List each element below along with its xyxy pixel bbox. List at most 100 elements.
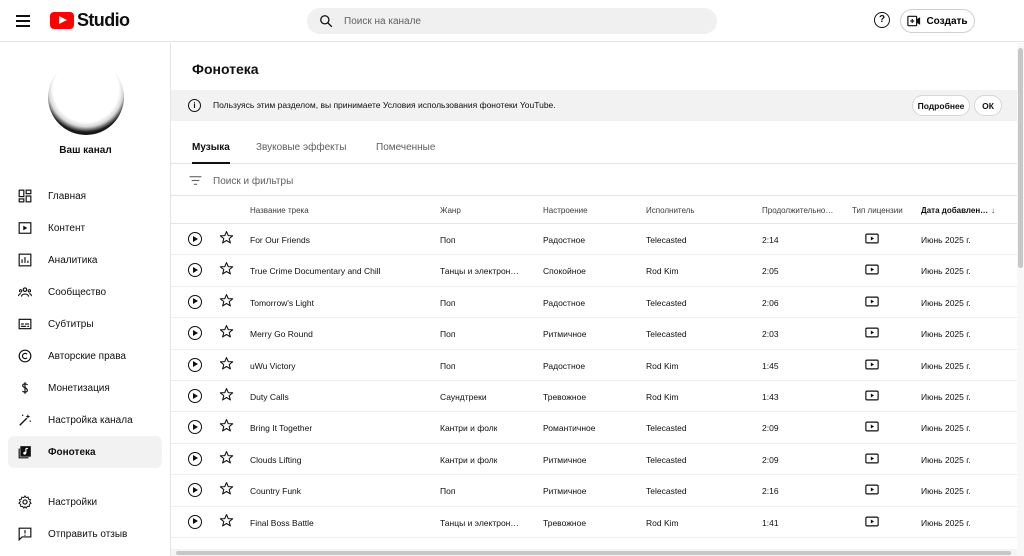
play-icon[interactable]: [188, 357, 202, 372]
table-row[interactable]: Duty Calls Саундтреки Тревожное Rod Kim 1:43…: [171, 381, 1017, 413]
horizontal-scroll-thumb[interactable]: [176, 551, 1011, 555]
info-icon: i: [188, 99, 201, 112]
filter-input[interactable]: [213, 173, 513, 189]
column-mood[interactable]: Настроение: [543, 206, 588, 215]
youtube-license-icon[interactable]: [865, 296, 879, 307]
subtitles-icon: [18, 318, 32, 330]
sidebar-item-analytics[interactable]: Аналитика: [8, 244, 162, 276]
sidebar-item-monetization[interactable]: Монетизация: [8, 372, 162, 404]
youtube-logo-icon: [50, 11, 74, 29]
star-icon[interactable]: [219, 324, 234, 339]
track-artist: Telecasted: [646, 235, 687, 245]
play-icon[interactable]: [188, 514, 202, 529]
channel-search[interactable]: [307, 8, 717, 34]
track-genre: Танцы и электрон…: [440, 517, 519, 528]
star-icon[interactable]: [219, 261, 234, 276]
tab-sound-effects[interactable]: Звуковые эффекты: [256, 142, 346, 164]
track-genre: Поп: [440, 360, 456, 371]
column-date-added[interactable]: Дата добавлен…: [921, 206, 988, 215]
create-button[interactable]: Создать: [900, 9, 975, 33]
youtube-license-icon[interactable]: [865, 327, 879, 338]
star-icon[interactable]: [219, 450, 234, 465]
track-duration: 2:09: [762, 454, 779, 465]
tab-music[interactable]: Музыка: [192, 142, 230, 164]
table-row[interactable]: True Crime Documentary and Chill Танцы и …: [171, 255, 1017, 287]
play-icon[interactable]: [188, 232, 202, 246]
track-mood: Спокойное: [543, 266, 586, 277]
play-icon[interactable]: [188, 483, 202, 498]
track-duration: 2:06: [762, 297, 779, 308]
column-duration[interactable]: Продолжительно…: [762, 206, 833, 215]
help-icon[interactable]: ?: [874, 12, 890, 28]
sidebar-item-community[interactable]: Сообщество: [8, 276, 162, 308]
studio-logo[interactable]: Studio: [50, 10, 130, 30]
avatar[interactable]: [48, 59, 124, 135]
tab-starred[interactable]: Помеченные: [376, 142, 435, 164]
sidebar-item-feedback[interactable]: Отправить отзыв: [8, 518, 162, 550]
sidebar-item-copyright[interactable]: Авторские права: [8, 340, 162, 372]
column-artist[interactable]: Исполнитель: [646, 206, 695, 215]
column-license[interactable]: Тип лицензии: [852, 206, 903, 215]
youtube-license-icon[interactable]: [865, 390, 879, 401]
table-row[interactable]: Tomorrow's Light Поп Радостное Telecasted 2:…: [171, 287, 1017, 319]
play-icon[interactable]: [188, 388, 202, 403]
track-title: Tomorrow's Light: [250, 297, 314, 308]
play-icon[interactable]: [188, 294, 202, 309]
sidebar-item-label: Контент: [48, 222, 86, 234]
sort-arrow-icon[interactable]: ↓: [991, 206, 995, 215]
star-icon[interactable]: [219, 293, 234, 308]
table-row[interactable]: For Our Friends Поп Радостное Telecasted 2:1…: [171, 224, 1017, 256]
sidebar-item-customization[interactable]: Настройка канала: [8, 404, 162, 436]
learn-more-button[interactable]: Подробнее: [912, 95, 970, 116]
star-icon[interactable]: [219, 418, 234, 433]
play-icon[interactable]: [188, 420, 202, 435]
sidebar-item-dashboard[interactable]: Главная: [8, 180, 162, 212]
track-duration: 2:14: [762, 235, 779, 245]
youtube-license-icon[interactable]: [865, 421, 879, 432]
menu-icon[interactable]: [14, 11, 34, 31]
youtube-license-icon[interactable]: [865, 453, 879, 464]
vertical-scroll-thumb[interactable]: [1018, 48, 1023, 268]
sidebar-item-settings[interactable]: Настройки: [8, 486, 162, 518]
table-row[interactable]: uWu Victory Поп Радостное Rod Kim 1:45 Июнь 2…: [171, 350, 1017, 381]
table-row[interactable]: Bring It Together Кантри и фолк Романтично…: [171, 412, 1017, 444]
youtube-license-icon[interactable]: [865, 233, 879, 244]
sidebar-item-content[interactable]: Контент: [8, 212, 162, 244]
play-icon[interactable]: [188, 451, 202, 466]
column-genre[interactable]: Жанр: [440, 206, 461, 215]
youtube-license-icon[interactable]: [865, 264, 879, 275]
search-input[interactable]: [344, 12, 704, 30]
ok-button[interactable]: ОК: [974, 95, 1002, 116]
sidebar-item-label: Монетизация: [48, 382, 110, 394]
table-row[interactable]: Merry Go Round Поп Ритмичное Telecasted 2:03…: [171, 318, 1017, 350]
youtube-license-icon[interactable]: [865, 516, 879, 527]
youtube-license-icon[interactable]: [865, 484, 879, 495]
track-title: Country Funk: [250, 486, 302, 497]
track-title: For Our Friends: [250, 235, 310, 245]
banner-text: Пользуясь этим разделом, вы принимаете У…: [213, 100, 556, 110]
column-title[interactable]: Название трека: [250, 206, 309, 215]
track-genre: Кантри и фолк: [440, 454, 498, 465]
track-artist: Rod Kim: [646, 517, 679, 528]
star-icon[interactable]: [219, 387, 234, 402]
youtube-license-icon[interactable]: [865, 359, 879, 370]
star-icon[interactable]: [219, 513, 234, 528]
track-genre: Поп: [440, 297, 456, 308]
sidebar-item-label: Сообщество: [48, 286, 107, 298]
table-row[interactable]: Country Funk Поп Ритмичное Telecasted 2:16 Ию…: [171, 475, 1017, 507]
table-row[interactable]: Clouds Lifting Кантри и фолк Ритмичное Tele…: [171, 444, 1017, 476]
play-icon[interactable]: [188, 263, 202, 278]
table-row[interactable]: Final Boss Battle Танцы и электрон… Тревож…: [171, 507, 1017, 538]
play-icon[interactable]: [188, 326, 202, 341]
filter-icon[interactable]: [189, 175, 202, 186]
star-icon[interactable]: [219, 481, 234, 496]
community-icon: [18, 287, 32, 297]
sidebar-item-label: Настройка канала: [48, 414, 133, 426]
track-title: Clouds Lifting: [250, 454, 302, 465]
sidebar-item-label: Аналитика: [48, 254, 98, 266]
sidebar-item-subtitles[interactable]: Субтитры: [8, 308, 162, 340]
star-icon[interactable]: [219, 230, 234, 245]
star-icon[interactable]: [219, 356, 234, 371]
track-mood: Радостное: [543, 297, 586, 308]
sidebar-item-audio-library[interactable]: Фонотека: [8, 436, 162, 468]
